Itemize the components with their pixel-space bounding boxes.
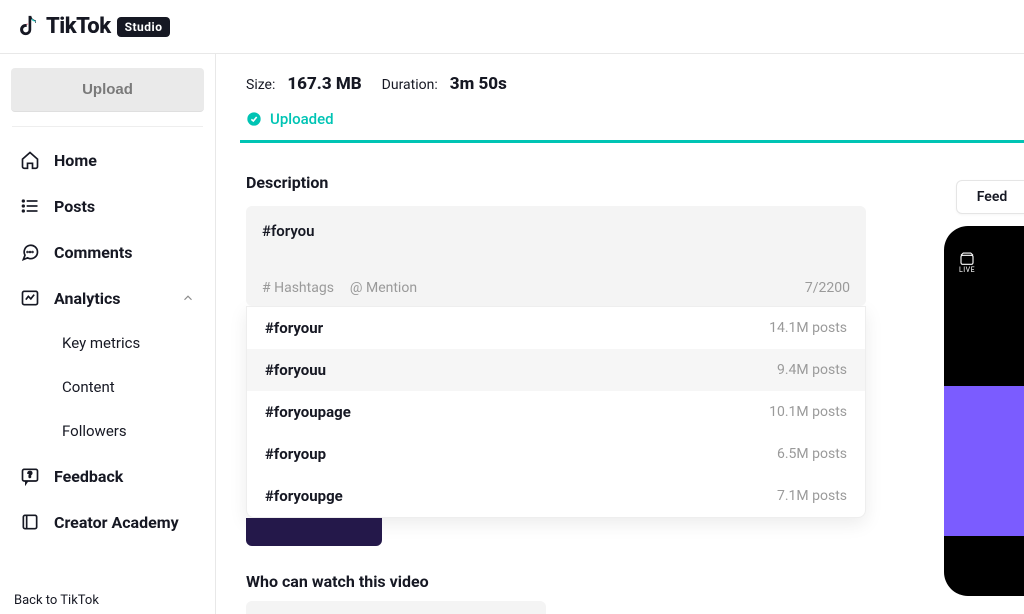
duration-value: 3m 50s [450, 74, 507, 94]
preview-thumbnail [944, 386, 1024, 536]
suggestion-tag: #foryour [265, 319, 323, 337]
live-icon: LIVE [958, 252, 976, 274]
check-circle-icon [246, 111, 262, 127]
chevron-up-icon [181, 291, 195, 305]
suggestion-posts: 7.1M posts [777, 488, 847, 504]
cover-select-placeholder[interactable] [246, 518, 382, 546]
visibility-select[interactable]: Everyone [246, 601, 546, 614]
sidebar-item-label: Posts [54, 197, 95, 216]
feed-label: Feed [977, 189, 1008, 205]
description-text[interactable]: #foryou [262, 222, 850, 260]
home-icon [20, 150, 40, 170]
suggestion-tag: #foryoupage [265, 403, 351, 421]
suggestion-posts: 9.4M posts [777, 362, 847, 378]
suggestion-tag: #foryoup [265, 445, 326, 463]
tiktok-icon [18, 15, 40, 39]
sidebar-item-label: Feedback [54, 467, 123, 486]
sidebar-subitem-content[interactable]: Content [56, 365, 207, 409]
suggestion-posts: 6.5M posts [777, 446, 847, 462]
studio-badge: Studio [117, 17, 171, 37]
uploaded-label: Uploaded [270, 110, 334, 128]
feedback-icon: ? [20, 466, 40, 486]
suggestion-item[interactable]: #foryoup 6.5M posts [247, 433, 865, 475]
comment-icon [20, 242, 40, 262]
sidebar-item-analytics[interactable]: Analytics [8, 275, 207, 321]
description-input[interactable]: #foryou # Hashtags @ Mention 7/2200 [246, 206, 866, 306]
suggestion-tag: #foryoupge [265, 487, 343, 505]
visibility-title: Who can watch this video [240, 572, 1024, 591]
sidebar-subitem-key-metrics[interactable]: Key metrics [56, 321, 207, 365]
feed-toggle-button[interactable]: Feed [956, 180, 1024, 214]
back-to-tiktok-link[interactable]: Back to TikTok [8, 585, 207, 608]
suggestion-item[interactable]: #foryouu 9.4M posts [247, 349, 865, 391]
sidebar-item-label: Analytics [54, 289, 121, 308]
suggestion-item[interactable]: #foryour 14.1M posts [247, 307, 865, 349]
sidebar-item-feedback[interactable]: ? Feedback [8, 453, 207, 499]
sidebar-item-comments[interactable]: Comments [8, 229, 207, 275]
suggestion-posts: 14.1M posts [769, 320, 847, 336]
mention-button[interactable]: @ Mention [350, 280, 417, 296]
divider [12, 126, 203, 127]
hashtag-suggestions: #foryour 14.1M posts #foryouu 9.4M posts… [246, 306, 866, 518]
hashtags-button[interactable]: # Hashtags [262, 280, 334, 296]
sidebar-item-home[interactable]: Home [8, 137, 207, 183]
char-counter: 7/2200 [805, 280, 850, 296]
academy-icon [20, 512, 40, 532]
suggestion-item[interactable]: #foryoupage 10.1M posts [247, 391, 865, 433]
list-icon [20, 196, 40, 216]
svg-text:?: ? [28, 471, 32, 481]
description-title: Description [240, 173, 1024, 192]
phone-preview: LIVE [944, 226, 1024, 596]
sidebar-item-label: Home [54, 151, 97, 170]
size-label: Size: [246, 77, 275, 93]
live-label: LIVE [959, 266, 975, 274]
brand-text: TikTok [46, 14, 111, 39]
analytics-icon [20, 288, 40, 308]
size-value: 167.3 MB [287, 74, 361, 94]
sidebar-item-label: Comments [54, 243, 132, 262]
suggestion-item[interactable]: #foryoupge 7.1M posts [247, 475, 865, 517]
progress-bar [240, 140, 1024, 143]
upload-button[interactable]: Upload [11, 68, 204, 112]
sidebar-item-label: Creator Academy [54, 513, 179, 532]
uploaded-status: Uploaded [240, 110, 1024, 128]
suggestion-posts: 10.1M posts [769, 404, 847, 420]
duration-label: Duration: [382, 77, 438, 93]
brand-logo[interactable]: TikTok Studio [18, 14, 170, 39]
sidebar-subitem-followers[interactable]: Followers [56, 409, 207, 453]
sidebar-item-posts[interactable]: Posts [8, 183, 207, 229]
suggestion-tag: #foryouu [265, 361, 326, 379]
sidebar-item-creator-academy[interactable]: Creator Academy [8, 499, 207, 545]
upload-meta: Size: 167.3 MB Duration: 3m 50s [240, 74, 1024, 94]
